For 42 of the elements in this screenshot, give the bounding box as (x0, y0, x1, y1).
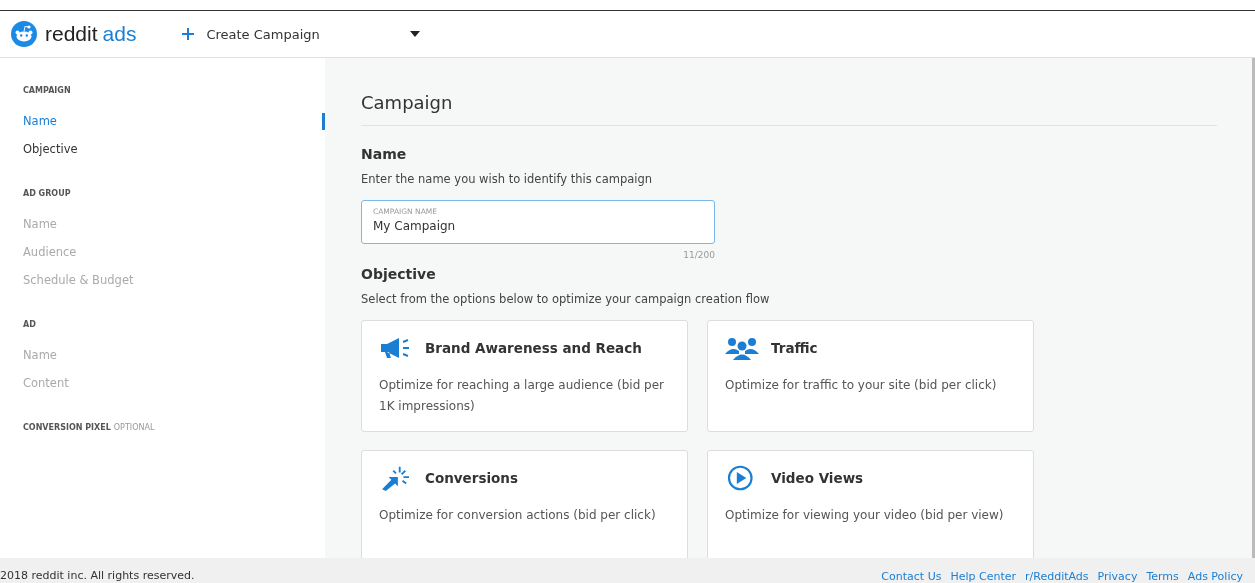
option-description: Optimize for traffic to your site (bid per click) (725, 377, 998, 394)
option-description: Optimize for reaching a large audience (bid per 1K impressions) (379, 377, 665, 415)
reddit-logo-icon (11, 21, 37, 47)
option-title: Conversions (425, 470, 518, 486)
objective-card[interactable]: Conversions Optimize for conversion actions (bid per click) (361, 450, 688, 558)
create-campaign-button[interactable]: Create Campaign (182, 26, 320, 42)
sidebar-item[interactable]: Name (23, 114, 57, 128)
section-title: CAMPAIGN (23, 86, 71, 95)
objective-card[interactable]: Video Views Optimize for viewing your video (bid per view) (707, 450, 1034, 558)
objective-card[interactable]: Traffic Optimize for traffic to your site (bid per click) (707, 320, 1034, 432)
selection-indicator (322, 112, 325, 130)
objective-card[interactable]: Brand Awareness and Reach Optimize for reaching a large audience (bid per 1K impressions) (361, 320, 688, 432)
section-heading: Name (361, 146, 408, 162)
scrollbar[interactable] (1252, 58, 1255, 558)
text-input[interactable]: My Campaign (373, 219, 703, 233)
plus-icon (182, 28, 195, 40)
dropdown-caret-icon[interactable] (409, 31, 420, 37)
footer-link[interactable]: Privacy (1097, 570, 1138, 583)
option-title: Video Views (771, 470, 864, 486)
option-title: Brand Awareness and Reach (425, 340, 642, 356)
section-description: Select from the options below to optimize your campaign creation flow (361, 292, 771, 306)
section-heading: Objective (361, 266, 437, 282)
optional-note: OPTIONAL (113, 423, 155, 432)
brand-suffix: ads (102, 22, 137, 46)
section-title: CONVERSION PIXEL (23, 423, 111, 432)
footer-link[interactable]: Contact Us (881, 570, 942, 583)
brand-name: reddit (45, 22, 98, 46)
option-description: Optimize for viewing your video (bid per view) (725, 507, 1005, 524)
page-title: Campaign (361, 58, 1217, 126)
character-counter: 11/200 (683, 250, 715, 260)
footer-link[interactable]: r/RedditAds (1025, 570, 1089, 583)
copyright-text: 2018 reddit inc. All rights reserved. (0, 569, 195, 583)
section-description: Enter the name you wish to identify this campaign (361, 172, 654, 186)
footer-link[interactable]: Ads Policy (1187, 570, 1243, 583)
footer-link[interactable]: Help Center (950, 570, 1017, 583)
section-title: AD (23, 320, 36, 329)
option-title: Traffic (771, 340, 818, 356)
sidebar-item[interactable]: Objective (23, 142, 78, 156)
section-title: AD GROUP (23, 189, 71, 198)
footer-link[interactable]: Terms (1146, 570, 1179, 583)
option-description: Optimize for conversion actions (bid per click) (379, 507, 657, 524)
people-icon (725, 335, 759, 361)
